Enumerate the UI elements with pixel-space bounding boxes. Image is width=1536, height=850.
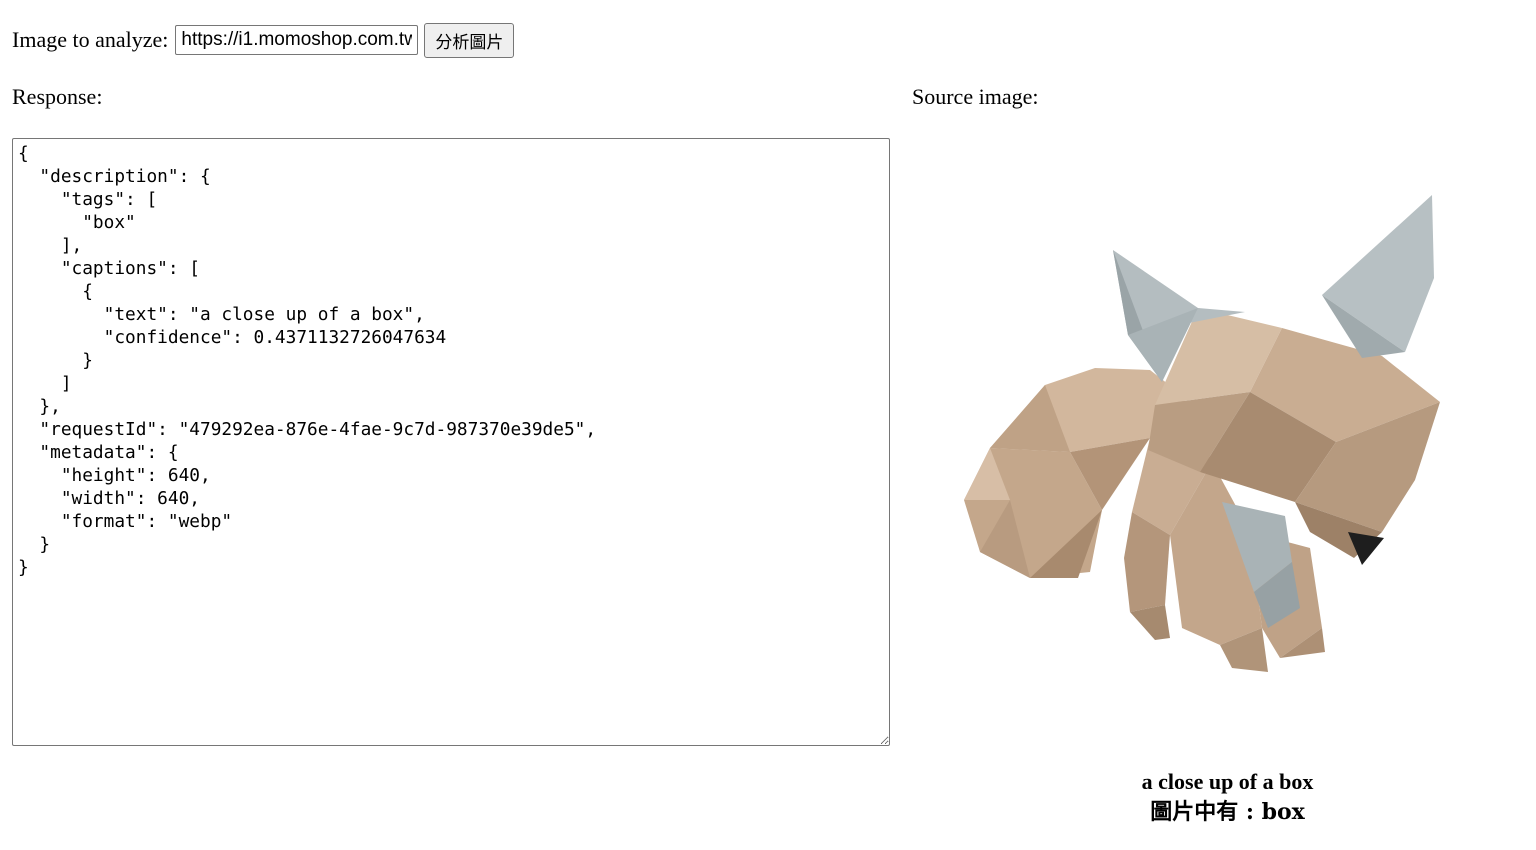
caption-tags: 圖片中有 : box <box>1150 799 1305 825</box>
image-url-label: Image to analyze: <box>12 27 169 52</box>
low-poly-fox-image <box>964 195 1440 672</box>
source-image-label: Source image: <box>912 84 1039 109</box>
image-url-form: Image to analyze: 分析圖片 <box>12 22 515 58</box>
source-image <box>950 180 1460 690</box>
analyze-image-button[interactable]: 分析圖片 <box>424 22 515 58</box>
image-caption: a close up of a box 圖片中有 : box <box>1000 766 1455 828</box>
response-json-textarea[interactable]: { "description": { "tags": [ "box" ], "c… <box>12 138 890 746</box>
response-label: Response: <box>12 84 103 109</box>
image-url-input[interactable] <box>175 25 419 55</box>
caption-text: a close up of a box <box>1141 769 1314 794</box>
